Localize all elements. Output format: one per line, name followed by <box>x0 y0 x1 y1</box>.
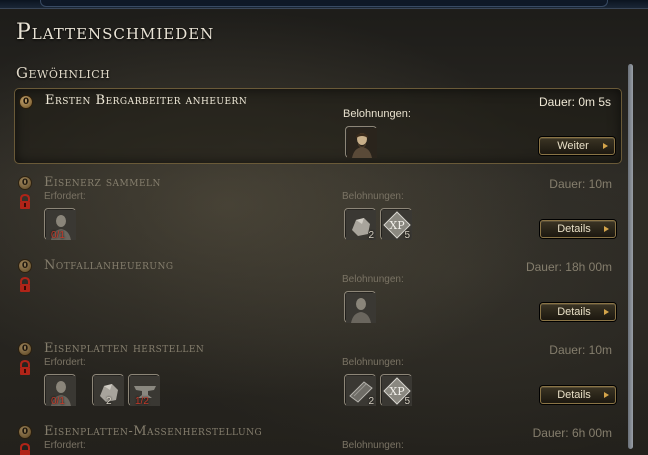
lock-icon <box>20 360 30 375</box>
requirement-count: 2 <box>106 396 112 407</box>
task-level-badge: 0 <box>18 259 32 273</box>
rewards-label: Belohnungen: <box>342 191 404 202</box>
page-title: Plattenschmieden <box>16 20 215 45</box>
task-name: Eisenerz sammeln <box>44 175 161 190</box>
requirement-slot[interactable]: 1/2 <box>128 374 160 407</box>
task-duration: Dauer: 0m 5s <box>538 95 611 109</box>
rewards-label: Belohnungen: <box>342 440 404 451</box>
arrow-right-icon <box>604 392 609 398</box>
task-name: Notfallanheuerung <box>44 258 174 273</box>
requirement-slot[interactable]: 2 <box>92 374 124 407</box>
task-level-badge: 0 <box>18 425 32 439</box>
arrow-right-icon <box>604 309 609 315</box>
task-level-badge: 0 <box>18 342 32 356</box>
requirement-count: 0/1 <box>51 396 65 407</box>
rewards-label: Belohnungen: <box>342 274 404 285</box>
requires-label: Erfordert: <box>44 191 86 202</box>
task-level-badge: 0 <box>19 95 33 109</box>
requirement-slot[interactable]: 0/1 <box>44 374 76 407</box>
svg-text:XP: XP <box>389 385 405 398</box>
task-duration: Dauer: 18h 00m <box>525 260 612 274</box>
section-header: Gewöhnlich <box>16 64 111 82</box>
reward-slot[interactable]: XP 5 <box>380 208 412 241</box>
requirement-count: 1/2 <box>135 396 149 407</box>
details-button[interactable]: Details <box>540 303 616 321</box>
svg-text:XP: XP <box>389 219 405 232</box>
task-row: 0 Eisenplatten-Massenherstellung Dauer: … <box>14 421 622 455</box>
task-duration: Dauer: 10m <box>549 177 612 191</box>
scrollbar-thumb[interactable] <box>628 64 633 449</box>
top-window-frame <box>0 0 648 9</box>
lock-icon <box>20 277 30 292</box>
task-duration: Dauer: 6h 00m <box>532 426 612 440</box>
task-name: Eisenplatten-Massenherstellung <box>44 424 263 439</box>
details-button[interactable]: Details <box>540 386 616 404</box>
arrow-right-icon <box>604 226 609 232</box>
task-row: 0 Notfallanheuerung Dauer: 18h 00m Beloh… <box>14 255 622 331</box>
reward-count: 5 <box>404 230 410 241</box>
details-button-label: Details <box>557 223 591 235</box>
task-row: 0 Eisenerz sammeln Dauer: 10m Erfordert:… <box>14 172 622 248</box>
task-row: 0 Eisenplatten herstellen Dauer: 10m Erf… <box>14 338 622 414</box>
rewards-label: Belohnungen: <box>343 108 411 120</box>
reward-count: 2 <box>368 230 374 241</box>
requires-label: Erfordert: <box>44 357 86 368</box>
requires-label: Erfordert: <box>44 440 86 451</box>
reward-slot[interactable]: XP 5 <box>380 374 412 407</box>
details-button-label: Details <box>557 306 591 318</box>
details-button[interactable]: Details <box>540 220 616 238</box>
task-row: 0 Ersten Bergarbeiter anheuern Dauer: 0m… <box>14 88 622 164</box>
task-name: Eisenplatten herstellen <box>44 341 205 356</box>
scrollbar[interactable] <box>628 64 633 449</box>
worker-portrait-icon <box>346 293 376 323</box>
reward-slot[interactable] <box>344 291 376 323</box>
continue-button[interactable]: Weiter <box>539 137 615 155</box>
worker-portrait-icon <box>347 128 377 158</box>
rewards-label: Belohnungen: <box>342 357 404 368</box>
task-duration: Dauer: 10m <box>549 343 612 357</box>
reward-count: 2 <box>368 396 374 407</box>
lock-icon <box>20 443 30 455</box>
requirement-count: 0/1 <box>51 230 65 241</box>
reward-count: 5 <box>404 396 410 407</box>
reward-slot[interactable]: 2 <box>344 374 376 407</box>
continue-button-label: Weiter <box>557 140 589 152</box>
details-button-label: Details <box>557 389 591 401</box>
task-level-badge: 0 <box>18 176 32 190</box>
reward-slot[interactable] <box>345 126 377 158</box>
reward-slot[interactable]: 2 <box>344 208 376 241</box>
requirement-slot[interactable]: 0/1 <box>44 208 76 241</box>
arrow-right-icon <box>603 143 608 149</box>
task-name: Ersten Bergarbeiter anheuern <box>45 93 248 108</box>
lock-icon <box>20 194 30 209</box>
